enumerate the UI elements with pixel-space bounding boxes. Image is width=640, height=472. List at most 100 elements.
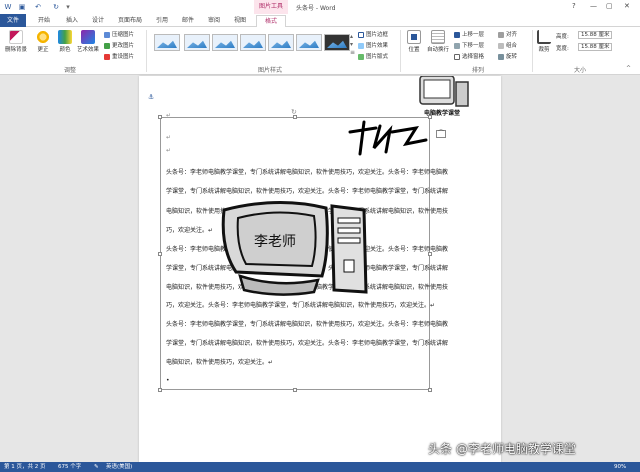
- bullet-mark: •: [166, 377, 170, 384]
- picture-style-4[interactable]: [240, 34, 266, 51]
- reset-picture-label: 重设图片: [112, 54, 135, 60]
- collapse-ribbon-icon[interactable]: ^: [626, 65, 631, 72]
- artistic-effects-button[interactable]: 艺术效果: [74, 30, 102, 53]
- resize-handle-bottom-left[interactable]: [158, 388, 162, 392]
- style-thumb-image: [299, 40, 319, 48]
- picture-effects-label: 图片效果: [366, 43, 389, 49]
- gallery-down-icon[interactable]: ▾: [350, 41, 353, 48]
- wrap-text-button[interactable]: 自动换行: [424, 30, 452, 53]
- resize-handle-bottom[interactable]: [293, 388, 297, 392]
- wrap-text-label: 自动换行: [426, 47, 449, 53]
- picture-style-5[interactable]: [268, 34, 294, 51]
- remove-background-button[interactable]: 删除背景: [2, 30, 30, 53]
- picture-style-2[interactable]: [184, 34, 210, 51]
- height-label: 高度:: [556, 34, 569, 40]
- tab-mailings[interactable]: 邮件: [176, 15, 200, 27]
- layout-options-button[interactable]: ⌒: [436, 130, 446, 138]
- ribbon: 删除背景 更正 颜色 艺术效果 压缩图片 更改图片 重设图片 调整 ▴ ▾ ≡ …: [0, 27, 640, 75]
- picture-styles-group-label: 图片样式: [258, 67, 283, 74]
- gallery-up-icon[interactable]: ▴: [350, 33, 353, 40]
- tab-home[interactable]: 开始: [32, 15, 56, 27]
- send-backward-button[interactable]: 下移一层: [454, 41, 484, 49]
- remove-background-label: 删除背景: [4, 47, 27, 53]
- width-label: 宽度:: [556, 46, 569, 52]
- arrange-group-label: 排列: [472, 67, 485, 74]
- height-input[interactable]: 15.88 厘米: [578, 31, 612, 39]
- selection-pane-button[interactable]: 选择窗格: [454, 52, 484, 60]
- tab-format[interactable]: 格式: [256, 15, 286, 27]
- gallery-more-icon[interactable]: ≡: [350, 49, 355, 56]
- zoom-level[interactable]: 90%: [614, 462, 626, 472]
- corrections-icon: [36, 30, 50, 44]
- redo-icon[interactable]: ↻: [52, 3, 60, 11]
- picture-style-7[interactable]: [324, 34, 350, 51]
- resize-handle-left[interactable]: [158, 252, 162, 256]
- align-button[interactable]: 对齐: [498, 30, 517, 38]
- body-text-line[interactable]: 头条号：李老师电脑教学课堂，专门系统讲解电脑知识，软件使用技巧，欢迎关注。头条号…: [166, 167, 448, 176]
- body-text-line[interactable]: 电脑知识，软件使用技巧，欢迎关注。↵: [166, 357, 273, 366]
- drive-bay-shape: [337, 217, 361, 224]
- body-text-line[interactable]: 学课堂，专门系统讲解电脑知识，软件使用技巧，欢迎关注。头条号：李老师电脑教学课堂…: [166, 338, 448, 347]
- proofing-icon[interactable]: ✎: [94, 462, 99, 472]
- resize-handle-top-right[interactable]: [428, 115, 432, 119]
- compress-icon: [104, 31, 110, 38]
- language-status[interactable]: 英语(美国): [106, 462, 132, 472]
- width-input[interactable]: 15.88 厘米: [578, 43, 612, 51]
- tab-references[interactable]: 引用: [150, 15, 174, 27]
- tab-insert[interactable]: 插入: [60, 15, 84, 27]
- color-button[interactable]: 颜色: [56, 30, 74, 53]
- help-button[interactable]: ?: [572, 2, 576, 10]
- rotate-handle-icon[interactable]: ↻: [291, 108, 297, 116]
- crop-label: 裁剪: [538, 47, 550, 53]
- reset-picture-button[interactable]: 重设图片: [104, 52, 134, 60]
- bring-forward-button[interactable]: 上移一层: [454, 30, 484, 38]
- tab-file[interactable]: 文件: [0, 14, 26, 27]
- position-button[interactable]: 位置: [404, 30, 424, 53]
- rotate-button[interactable]: 旋转: [498, 52, 517, 60]
- group-button[interactable]: 组合: [498, 41, 517, 49]
- customize-qat-icon[interactable]: ▾: [64, 3, 72, 11]
- size-group-label: 大小: [574, 67, 587, 74]
- restore-button[interactable]: ▢: [606, 2, 613, 10]
- power-button-shape: [343, 259, 355, 273]
- page-count-status[interactable]: 第 1 页，共 2 页: [4, 462, 46, 472]
- tab-view[interactable]: 视图: [228, 15, 252, 27]
- word-count-status[interactable]: 675 个字: [58, 462, 81, 472]
- picture-style-3[interactable]: [212, 34, 238, 51]
- resize-handle-top-left[interactable]: [158, 115, 162, 119]
- send-backward-label: 下移一层: [462, 43, 485, 49]
- adjust-group-label: 调整: [64, 67, 77, 74]
- style-thumb-image: [243, 40, 263, 48]
- picture-layout-button[interactable]: 图片版式: [358, 52, 388, 60]
- undo-icon[interactable]: ↶: [34, 3, 42, 11]
- picture-effects-button[interactable]: 图片效果: [358, 41, 388, 49]
- change-picture-button[interactable]: 更改图片: [104, 41, 134, 49]
- rotate-icon: [498, 53, 504, 60]
- body-text-line[interactable]: 巧，欢迎关注。↵: [166, 225, 213, 234]
- drive-bay-shape: [337, 227, 361, 234]
- position-label: 位置: [408, 47, 420, 53]
- logo-screen-shape: [423, 79, 451, 99]
- picture-style-1[interactable]: [154, 34, 180, 51]
- corrections-button[interactable]: 更正: [32, 30, 54, 53]
- minimize-button[interactable]: —: [590, 2, 597, 10]
- picture-style-6[interactable]: [296, 34, 322, 51]
- tab-page-layout[interactable]: 页面布局: [114, 15, 146, 27]
- window-title: 头条号 - Word: [296, 5, 336, 12]
- drive-bay-shape: [337, 237, 361, 244]
- picture-border-button[interactable]: 图片边框: [358, 30, 388, 38]
- tab-design[interactable]: 设计: [86, 15, 110, 27]
- style-thumb-image: [327, 40, 347, 48]
- tab-review[interactable]: 审阅: [202, 15, 226, 27]
- crop-button[interactable]: 裁剪: [536, 30, 552, 53]
- computer-clipart-image[interactable]: 李老师: [218, 188, 372, 296]
- corrections-label: 更正: [37, 47, 49, 53]
- body-text-line[interactable]: 巧，欢迎关注。头条号：李老师电脑教学课堂，专门系统讲解电脑知识，软件使用技巧，欢…: [166, 300, 435, 309]
- style-thumb-image: [157, 40, 177, 48]
- compress-pictures-button[interactable]: 压缩图片: [104, 30, 134, 38]
- picture-effects-icon: [358, 42, 364, 49]
- save-icon[interactable]: ▣: [18, 3, 26, 11]
- body-text-line[interactable]: 头条号：李老师电脑教学课堂，专门系统讲解电脑知识，软件使用技巧，欢迎关注。头条号…: [166, 319, 448, 328]
- resize-handle-bottom-right[interactable]: [428, 388, 432, 392]
- close-button[interactable]: ✕: [624, 2, 630, 10]
